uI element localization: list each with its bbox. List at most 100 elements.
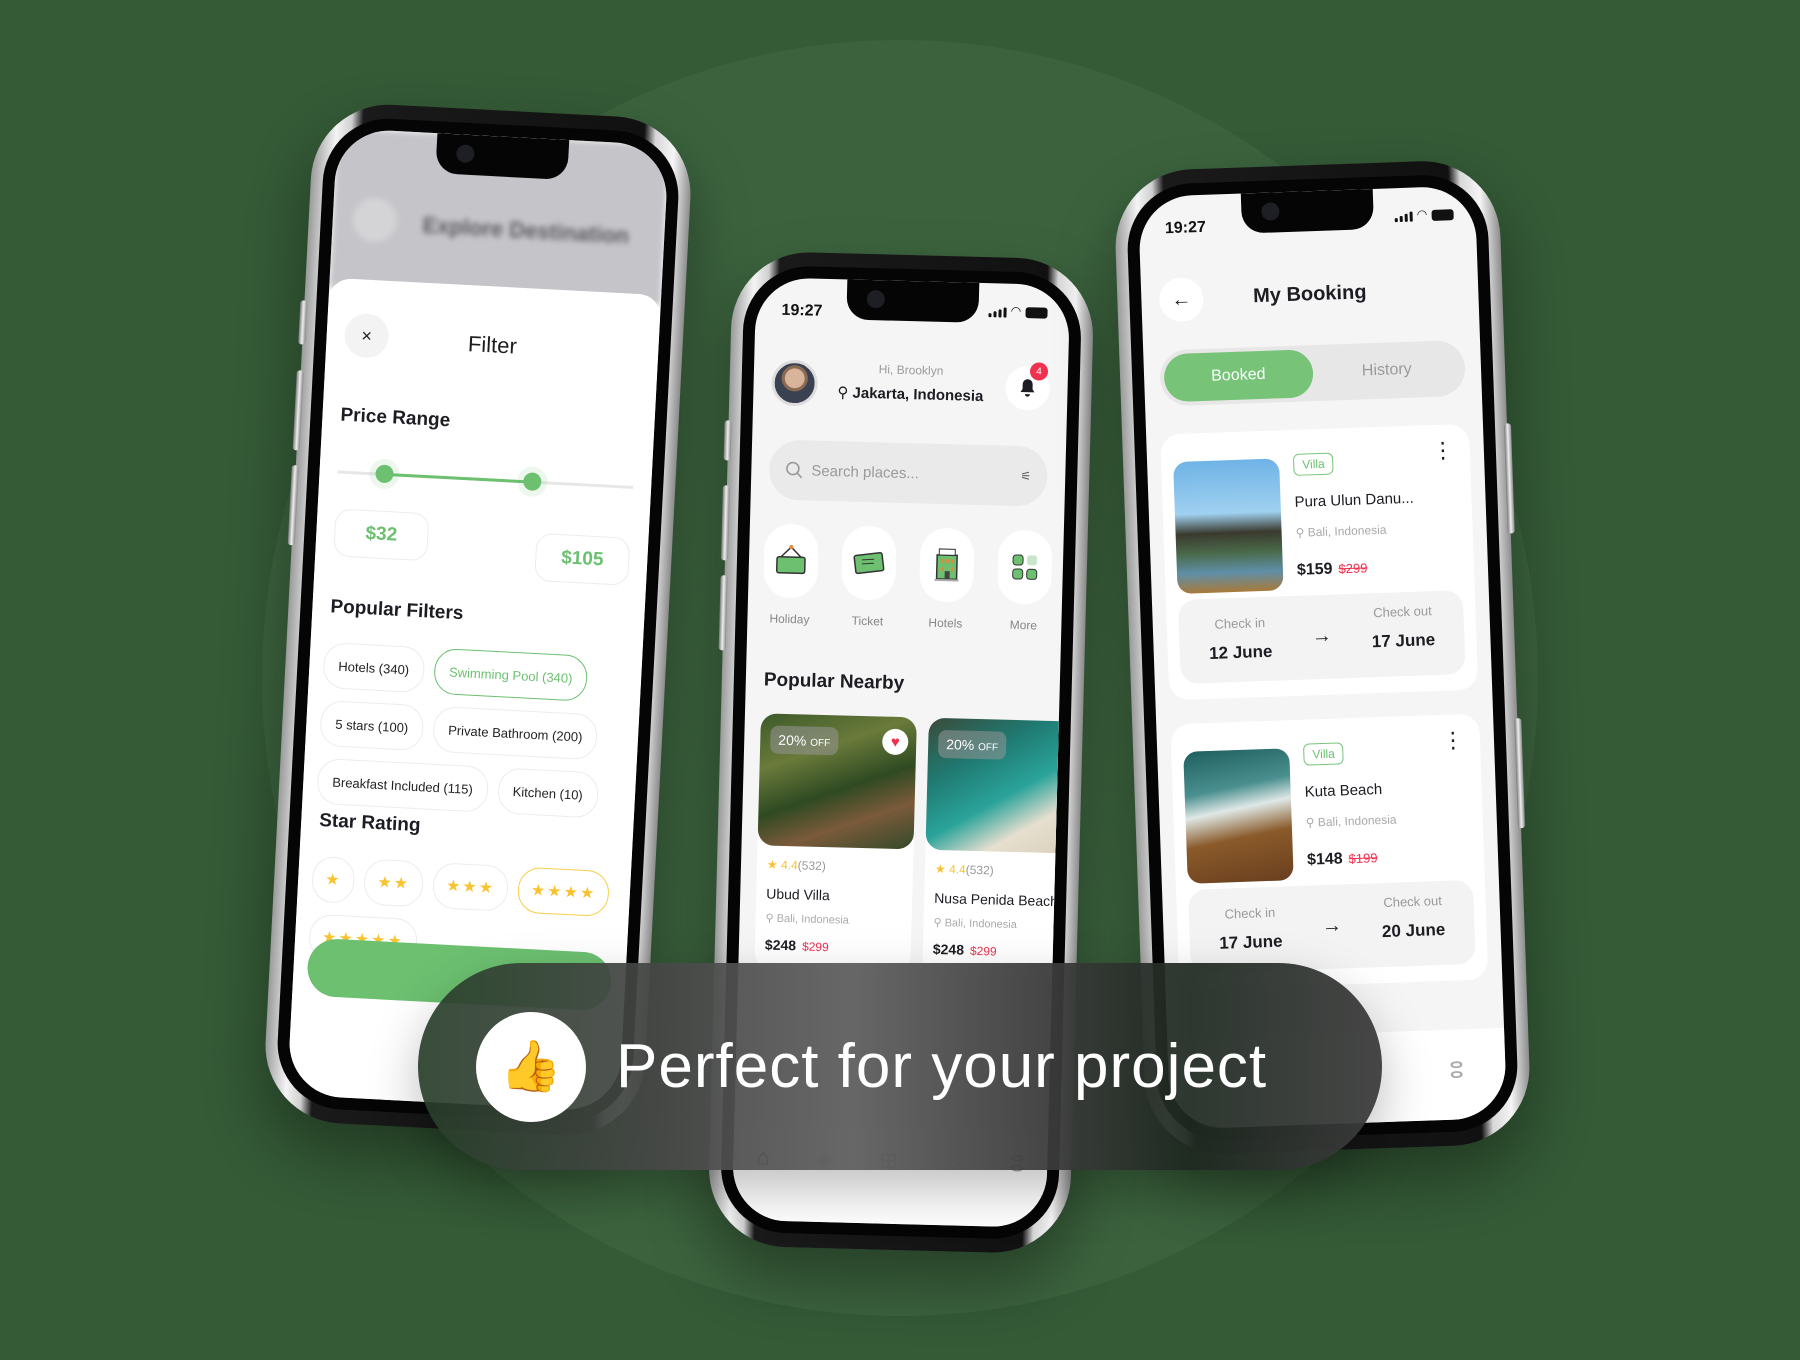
discount-value: 20% — [778, 731, 807, 749]
booking-card[interactable]: Villa ⋮ Kuta Beach ⚲ Bali, Indonesia $148 $19… — [1170, 713, 1489, 991]
old-price: $299 — [969, 943, 997, 959]
check-in-date: 12 June — [1208, 641, 1273, 663]
price-max-input[interactable]: $105 — [534, 532, 631, 586]
wifi-icon: ◠ — [1417, 207, 1427, 222]
popular-nearby-title: Popular Nearby — [763, 669, 905, 695]
more-options-icon[interactable]: ⋮ — [1442, 727, 1465, 753]
check-in-label: Check in — [1224, 904, 1276, 922]
search-icon — [786, 461, 803, 479]
discount-badge: 20% OFF — [937, 729, 1007, 760]
booking-card[interactable]: Villa ⋮ Pura Ulun Danu... ⚲ Bali, Indonesia… — [1160, 423, 1479, 701]
banner-text: Perfect for your project — [616, 1032, 1268, 1101]
check-in-label: Check in — [1214, 614, 1266, 632]
category-tag: Villa — [1292, 452, 1335, 476]
price-max-handle[interactable] — [523, 472, 543, 492]
old-price: $199 — [1348, 850, 1378, 867]
profile-icon[interactable]: ⵓ — [1449, 1057, 1464, 1083]
star-icon: ★ — [766, 857, 782, 872]
category-holiday[interactable]: Holiday — [761, 523, 820, 627]
phone-side-button — [720, 485, 730, 561]
review-count: (532) — [965, 862, 994, 878]
popular-filters-label: Popular Filters — [329, 596, 464, 625]
battery-icon — [1025, 307, 1048, 319]
blurred-title: Explore Destination — [421, 212, 630, 249]
star-rating-option[interactable]: ★★★★ — [516, 866, 611, 918]
discount-value: 20% — [946, 736, 975, 753]
star-icon: ★★★★ — [530, 882, 597, 903]
notification-badge: 4 — [1029, 362, 1049, 381]
phone-side-button — [287, 465, 299, 546]
place-card[interactable]: 20% OFF ♥ ★ 4.4(532) Ubud Villa ⚲ Bali, Indo… — [754, 713, 917, 973]
booking-name: Kuta Beach — [1304, 781, 1383, 801]
price-min-input[interactable]: $32 — [333, 508, 430, 562]
booking-location: ⚲ Bali, Indonesia — [1306, 813, 1397, 830]
heart-icon[interactable]: ♥ — [881, 728, 909, 756]
filter-chip[interactable]: Hotels (340) — [322, 642, 426, 694]
star-rating-option[interactable]: ★★ — [363, 858, 425, 908]
booking-dates: Check in 12 June → Check out 17 June — [1177, 590, 1466, 684]
filter-chip[interactable]: 5 stars (100) — [319, 699, 425, 752]
phone-side-button — [718, 575, 728, 651]
filter-chip-label: Private Bathroom (200) — [447, 722, 583, 745]
location-text: Bali, Indonesia — [1307, 522, 1387, 540]
star-rating-option[interactable]: ★★★ — [431, 862, 510, 912]
price-range-slider[interactable] — [336, 458, 634, 513]
arrow-right-icon: → — [1321, 914, 1343, 938]
place-location: ⚲ Bali, Indonesia — [765, 912, 901, 929]
price-range-label: Price Range — [339, 404, 451, 432]
star-rating-label: Star Rating — [318, 809, 422, 837]
filter-chip[interactable]: Private Bathroom (200) — [432, 705, 599, 761]
check-out-date: 17 June — [1371, 630, 1436, 652]
check-in-date: 17 June — [1218, 931, 1283, 953]
bell-icon — [1020, 379, 1035, 397]
filter-chip[interactable]: Swimming Pool (340) — [432, 647, 589, 702]
category-hotels[interactable]: Hotels — [917, 527, 976, 631]
category-more[interactable]: More — [995, 529, 1054, 633]
phone-side-button — [298, 300, 308, 345]
tab-booked[interactable]: Booked — [1163, 349, 1314, 403]
check-in: Check in 12 June — [1185, 614, 1297, 665]
popular-filters-list: Hotels (340) Swimming Pool (340) 5 stars (… — [316, 642, 632, 820]
arrow-right-icon: → — [1311, 624, 1333, 648]
ticket-icon — [840, 525, 897, 601]
signal-icon — [988, 307, 1007, 318]
check-out: Check out 17 June — [1347, 602, 1459, 653]
booking-image — [1173, 458, 1284, 595]
rating: ★ 4.4(532) — [767, 858, 903, 876]
category-ticket[interactable]: Ticket — [839, 525, 898, 628]
location-pin-icon: ⚲ — [933, 916, 945, 930]
location-pin-icon: ⚲ — [1305, 815, 1319, 830]
place-name: Nusa Penida Beach — [933, 889, 1059, 910]
filter-chip[interactable]: Breakfast Included (115) — [316, 757, 490, 813]
filter-icon[interactable]: ⚟ — [1020, 469, 1031, 483]
filter-chip-label: Hotels (340) — [338, 658, 410, 677]
old-price: $299 — [1338, 560, 1368, 577]
booking-price: $159 $299 — [1297, 559, 1368, 579]
phone-notch — [1240, 188, 1374, 234]
search-input[interactable]: Search places... ⚟ — [768, 439, 1049, 507]
star-icon: ★★★ — [445, 877, 496, 898]
location-text: Jakarta, Indonesia — [852, 384, 984, 406]
place-location: ⚲ Bali, Indonesia — [933, 916, 1069, 933]
place-price: $248 $299 — [933, 941, 1069, 961]
review-count: (532) — [797, 858, 826, 874]
place-card[interactable]: 20% OFF ★ 4.4(532) Nusa Penida Beach ⚲ Bali… — [922, 717, 1071, 977]
price: $248 — [764, 936, 797, 954]
booking-dates: Check in 17 June → Check out 20 June — [1188, 879, 1476, 974]
check-out-date: 20 June — [1381, 919, 1446, 942]
phone-side-button — [292, 370, 304, 451]
filter-title: Filter — [467, 331, 518, 359]
holiday-sign-icon — [763, 523, 819, 599]
home-header: Hi, Brooklyn ⚲ Jakarta, Indonesia 4 — [771, 355, 1051, 422]
location-text: Bali, Indonesia — [944, 917, 1017, 932]
filter-chip[interactable]: Kitchen (10) — [496, 767, 599, 819]
star-icon: ★ — [934, 861, 950, 877]
star-rating-option[interactable]: ★ — [311, 855, 356, 904]
category-tag: Villa — [1302, 742, 1345, 766]
star-icon: ★★ — [377, 874, 411, 893]
price-min-handle[interactable] — [375, 464, 395, 484]
more-options-icon[interactable]: ⋮ — [1431, 437, 1454, 463]
tab-history[interactable]: History — [1312, 344, 1462, 397]
discount-suffix: OFF — [977, 742, 999, 754]
filter-chip-label: Breakfast Included (115) — [331, 774, 474, 797]
